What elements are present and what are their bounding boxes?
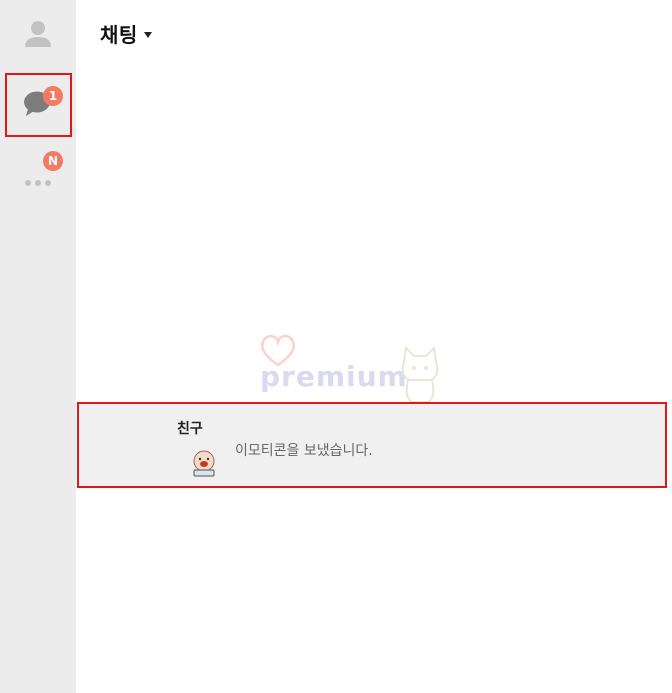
more-dots-icon [25,180,51,186]
page-title: 채팅 [100,22,138,47]
chat-list-item[interactable]: 친구 이모티콘을 보냈습니다. [79,404,665,486]
cat-icon [401,345,439,403]
watermark: premium [250,330,450,405]
sidebar: 1 N [0,0,76,693]
nav-friends-button[interactable] [0,2,76,66]
chat-title-dropdown[interactable]: 채팅 [100,18,152,48]
heart-icon [261,334,295,367]
person-icon [25,21,51,47]
chat-name: 친구 [177,421,203,437]
nav-chats-button[interactable] [0,72,76,136]
chat-last-message: 이모티콘을 보냈습니다. [235,443,373,459]
more-new-badge: N [43,151,63,171]
nav-more-button[interactable] [0,142,76,206]
chat-unread-badge: 1 [43,86,63,106]
emoticon-character-icon [193,450,215,477]
caret-down-icon [143,32,152,38]
watermark-text: premium [260,360,408,393]
